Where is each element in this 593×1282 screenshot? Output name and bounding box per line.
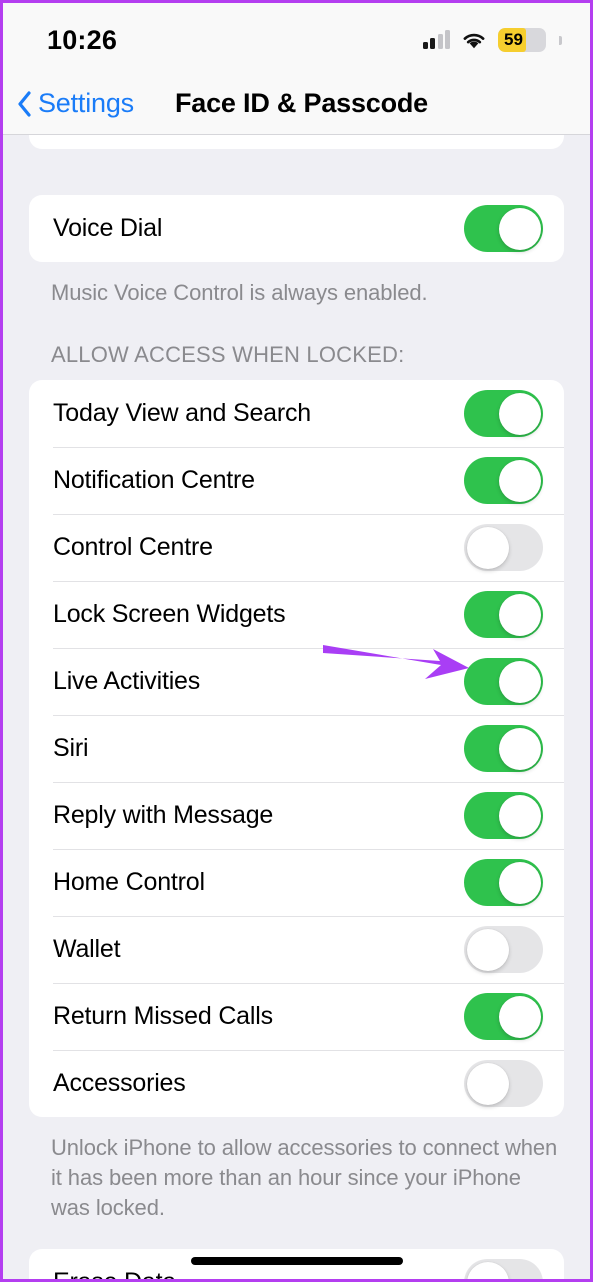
allow-access-footer-note: Unlock iPhone to allow accessories to co…: [51, 1135, 558, 1220]
row-label: Reply with Message: [53, 801, 274, 829]
previous-section-card-partial: [29, 135, 564, 149]
cellular-signal-icon: [422, 30, 450, 49]
row-live-activities[interactable]: Live Activities: [29, 648, 564, 715]
battery-icon: 59: [498, 28, 546, 52]
navigation-bar: Settings Face ID & Passcode: [3, 73, 590, 135]
allow-access-section-header: ALLOW ACCESS WHEN LOCKED:: [51, 342, 405, 367]
row-label: Return Missed Calls: [53, 1002, 273, 1030]
row-notification-centre[interactable]: Notification Centre: [29, 447, 564, 514]
row-accessories[interactable]: Accessories: [29, 1050, 564, 1117]
toggle-siri[interactable]: [464, 725, 543, 772]
row-control-centre[interactable]: Control Centre: [29, 514, 564, 581]
row-label: Today View and Search: [53, 399, 312, 427]
battery-cap: [559, 35, 562, 45]
row-label: Live Activities: [53, 667, 201, 695]
chevron-left-icon: [18, 90, 31, 117]
voice-dial-footer-note: Music Voice Control is always enabled.: [51, 280, 428, 305]
battery-percent-label: 59: [504, 30, 523, 49]
back-button[interactable]: Settings: [3, 88, 134, 119]
row-label: Erase Data: [53, 1268, 176, 1279]
home-indicator: [190, 1257, 403, 1265]
row-reply-with-message[interactable]: Reply with Message: [29, 782, 564, 849]
row-label: Lock Screen Widgets: [53, 600, 286, 628]
voice-dial-card: Voice Dial: [29, 195, 564, 262]
toggle-home-control[interactable]: [464, 859, 543, 906]
toggle-lock-screen-widgets[interactable]: [464, 591, 543, 638]
status-bar-time: 10:26: [47, 24, 118, 55]
row-siri[interactable]: Siri: [29, 715, 564, 782]
toggle-notification-centre[interactable]: [464, 457, 543, 504]
row-label: Wallet: [53, 935, 121, 963]
toggle-control-centre[interactable]: [464, 524, 543, 571]
row-wallet[interactable]: Wallet: [29, 916, 564, 983]
toggle-return-missed-calls[interactable]: [464, 993, 543, 1040]
row-return-missed-calls[interactable]: Return Missed Calls: [29, 983, 564, 1050]
row-label: Home Control: [53, 868, 205, 896]
row-label: Accessories: [53, 1069, 186, 1097]
toggle-reply-with-message[interactable]: [464, 792, 543, 839]
back-button-label: Settings: [38, 88, 134, 118]
toggle-live-activities[interactable]: [464, 658, 543, 705]
row-label: Control Centre: [53, 533, 213, 561]
toggle-erase-data[interactable]: [464, 1259, 543, 1279]
row-lock-screen-widgets[interactable]: Lock Screen Widgets: [29, 581, 564, 648]
toggle-voice-dial[interactable]: [464, 205, 543, 252]
settings-scroll-view[interactable]: Voice Dial Music Voice Control is always…: [3, 135, 590, 1279]
allow-access-card: Today View and Search Notification Centr…: [29, 380, 564, 1117]
wifi-icon: [463, 33, 485, 48]
row-today-view-and-search[interactable]: Today View and Search: [29, 380, 564, 447]
status-bar-indicators: 59: [422, 24, 562, 52]
row-label: Voice Dial: [53, 214, 163, 242]
row-label: Siri: [53, 734, 89, 762]
row-label: Notification Centre: [53, 466, 255, 494]
status-bar: 10:26 59: [3, 3, 590, 73]
toggle-accessories[interactable]: [464, 1060, 543, 1107]
row-home-control[interactable]: Home Control: [29, 849, 564, 916]
iphone-screen: 10:26 59 Settings Face ID & Passcode Voi…: [0, 0, 593, 1282]
row-voice-dial[interactable]: Voice Dial: [29, 195, 564, 262]
toggle-today-view-and-search[interactable]: [464, 390, 543, 437]
toggle-wallet[interactable]: [464, 926, 543, 973]
